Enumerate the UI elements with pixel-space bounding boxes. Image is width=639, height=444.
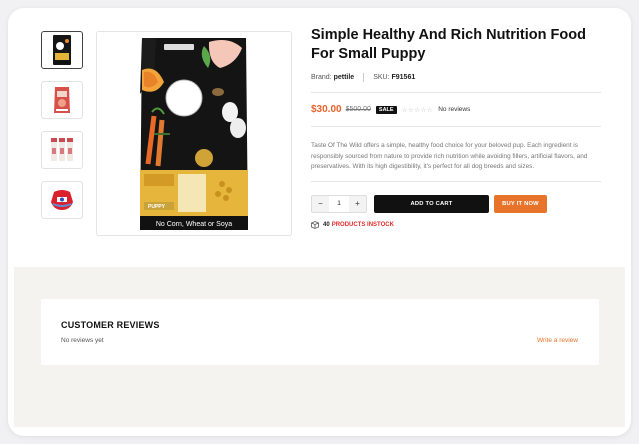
bag-bottom-text: No Corn, Wheat or Soya <box>156 221 232 228</box>
reviews-empty-text: No reviews yet <box>61 337 104 344</box>
divider <box>311 180 601 182</box>
reviews-section: CUSTOMER REVIEWS No reviews yet Write a … <box>14 267 625 427</box>
sale-badge: SALE <box>375 105 397 114</box>
old-price: $500.00 <box>345 106 371 113</box>
thumbnail-black-food-bag[interactable] <box>41 31 83 69</box>
product-description: Taste Of The Wild offers a simple, healt… <box>311 142 588 171</box>
thumbnail-red-food-bag[interactable] <box>41 81 83 119</box>
black-food-bag-image <box>53 35 71 65</box>
buy-now-button[interactable]: BUY IT NOW <box>494 194 547 213</box>
divider <box>311 126 601 127</box>
stock-label: PRODUCTS INSTOCK <box>331 221 394 228</box>
stock-count: 40 <box>323 221 330 228</box>
add-to-cart-button[interactable]: ADD TO CART <box>374 194 489 213</box>
quantity-input[interactable]: 1 <box>329 200 349 207</box>
supplement-bottles-image <box>51 138 73 161</box>
quantity-increase-button[interactable]: + <box>349 195 366 212</box>
thumbnail-supplement-bottles[interactable] <box>41 131 83 169</box>
thumbnail-dog-sweater[interactable] <box>41 181 83 219</box>
sku-value: F91561 <box>391 74 416 81</box>
product-meta: Brand: pettile SKU: F91561 <box>311 73 601 82</box>
bag-tag-text: PUPPY <box>148 204 166 210</box>
box-icon <box>311 220 319 229</box>
food-bag-illustration: PUPPY No Corn, Wheat or Soya <box>140 37 248 230</box>
reviews-count[interactable]: No reviews <box>438 106 470 113</box>
dog-sweater-image <box>51 190 73 210</box>
write-review-link[interactable]: Write a review <box>537 337 578 344</box>
brand-label: Brand: <box>311 74 332 81</box>
brand-value[interactable]: pettile <box>334 74 355 81</box>
current-price: $30.00 <box>311 104 342 115</box>
stock-indicator: 40 PRODUCTS INSTOCK <box>311 220 601 229</box>
rating-stars-icon[interactable]: ☆☆☆☆☆ <box>402 106 434 114</box>
thumbnail-list <box>41 31 83 231</box>
reviews-card: CUSTOMER REVIEWS No reviews yet Write a … <box>41 299 599 365</box>
product-title: Simple Healthy And Rich Nutrition Food F… <box>311 27 586 62</box>
divider <box>311 92 601 93</box>
main-product-image[interactable]: PUPPY No Corn, Wheat or Soya <box>96 31 292 236</box>
product-info: Simple Healthy And Rich Nutrition Food F… <box>311 26 601 229</box>
quantity-decrease-button[interactable]: − <box>312 195 329 212</box>
page-frame: PUPPY No Corn, Wheat or Soya Simple Heal… <box>8 8 631 436</box>
buy-row: − 1 + ADD TO CART BUY IT NOW <box>311 194 601 213</box>
reviews-title: CUSTOMER REVIEWS <box>61 320 160 330</box>
meta-divider <box>363 73 365 82</box>
price-row: $30.00 $500.00 SALE ☆☆☆☆☆ No reviews <box>311 104 601 115</box>
sku-label: SKU: <box>373 74 390 81</box>
red-food-bag-image <box>54 87 70 113</box>
quantity-stepper: − 1 + <box>311 194 367 213</box>
